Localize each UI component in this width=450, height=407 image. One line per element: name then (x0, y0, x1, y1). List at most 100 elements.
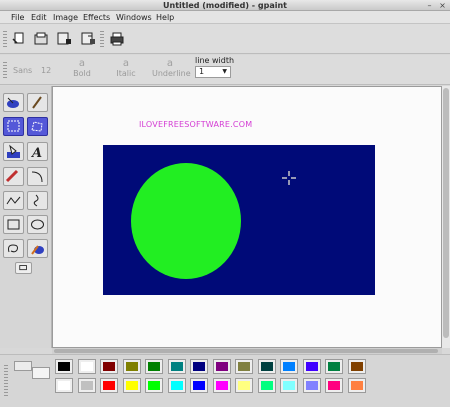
swatch-color (103, 381, 115, 390)
swatch-color (283, 381, 295, 390)
color-swatch[interactable] (55, 378, 73, 393)
underline-button[interactable]: a Underline (152, 59, 191, 79)
color-swatch[interactable] (145, 378, 163, 393)
swatch-color (238, 362, 250, 371)
swatch-color (215, 381, 228, 390)
menu-help[interactable]: Help (156, 11, 174, 24)
menu-edit[interactable]: Edit (31, 11, 47, 24)
color-swatch[interactable] (55, 359, 73, 374)
vertical-scroll-thumb[interactable] (443, 88, 449, 338)
save-as-icon[interactable] (79, 30, 97, 48)
text-tool[interactable]: A (27, 142, 48, 161)
new-icon[interactable] (10, 30, 28, 48)
swatch-color (283, 362, 295, 371)
swatch-color (80, 381, 93, 390)
color-swatch[interactable] (100, 359, 118, 374)
window-title: Untitled (modified) - gpaint (163, 1, 287, 10)
vertical-scrollbar[interactable] (442, 86, 450, 348)
lasso-shape-tool[interactable] (3, 239, 24, 258)
fill-bucket-tool[interactable] (3, 142, 24, 161)
color-swatch[interactable] (100, 378, 118, 393)
line-width-select[interactable]: 1 ▼ (195, 66, 231, 78)
color-swatch[interactable] (302, 359, 321, 374)
italic-button[interactable]: a Italic (113, 58, 139, 79)
color-swatch[interactable] (280, 359, 298, 374)
toolbar-grip[interactable] (3, 31, 7, 47)
swatch-color (350, 362, 363, 371)
swatch-color (80, 362, 93, 371)
ellipse-tool[interactable] (27, 215, 48, 234)
polyline-tool[interactable] (3, 191, 24, 210)
eraser-tool[interactable] (3, 167, 24, 186)
rect-select-tool[interactable] (3, 117, 24, 136)
color-swatch[interactable] (235, 378, 253, 393)
file-toolbar (0, 24, 450, 54)
color-swatch[interactable] (325, 359, 343, 374)
color-swatch[interactable] (280, 378, 298, 393)
line-width-label: line width (195, 56, 235, 65)
pen-tool[interactable] (27, 93, 48, 112)
arc-tool[interactable] (27, 167, 48, 186)
swatch-color (305, 362, 318, 371)
color-palette (0, 354, 450, 407)
rectangle-tool[interactable] (3, 215, 24, 234)
color-swatch[interactable] (77, 359, 96, 374)
color-swatch[interactable] (212, 359, 231, 374)
color-swatch[interactable] (190, 359, 208, 374)
swatch-color (170, 362, 183, 371)
color-swatch[interactable] (167, 359, 186, 374)
color-swatch[interactable] (167, 378, 186, 393)
save-icon[interactable] (55, 30, 73, 48)
palette-grip[interactable] (4, 365, 8, 397)
font-name[interactable]: Sans (13, 66, 32, 75)
bold-button[interactable]: a Bold (70, 59, 94, 79)
swatch-color (148, 362, 160, 371)
color-swatch[interactable] (145, 359, 163, 374)
swatch-color (260, 362, 273, 371)
swatch-color (103, 362, 115, 371)
freehand-select-tool[interactable] (27, 117, 48, 136)
menu-file[interactable]: File (11, 11, 24, 24)
underline-label: Underline (152, 69, 191, 78)
fill-mode-toggle[interactable] (15, 262, 32, 274)
crosshair-cursor-icon (282, 171, 296, 185)
color-swatch[interactable] (235, 359, 253, 374)
color-swatch[interactable] (302, 378, 321, 393)
color-swatch[interactable] (190, 378, 208, 393)
watermark-text: ILOVEFREESOFTWARE.COM (139, 120, 253, 129)
font-size[interactable]: 12 (41, 66, 51, 75)
background-color-box[interactable] (32, 367, 50, 379)
color-swatch[interactable] (257, 359, 276, 374)
svg-text:A: A (30, 146, 42, 160)
color-swatch[interactable] (347, 359, 366, 374)
italic-label: Italic (116, 69, 136, 78)
open-icon[interactable] (32, 30, 50, 48)
color-swatch[interactable] (325, 378, 343, 393)
swatch-color (125, 381, 138, 390)
color-swatch[interactable] (347, 378, 366, 393)
foreground-color-box[interactable] (14, 361, 32, 371)
paint-brush-tool[interactable] (27, 239, 48, 258)
print-icon[interactable] (108, 30, 126, 48)
chevron-down-icon: ▼ (222, 68, 227, 75)
menu-windows[interactable]: Windows (116, 11, 152, 24)
menu-effects[interactable]: Effects (83, 11, 110, 24)
freehand-line-tool[interactable] (27, 191, 48, 210)
color-swatch[interactable] (122, 378, 141, 393)
menu-image[interactable]: Image (53, 11, 78, 24)
swatch-color (350, 381, 363, 390)
bold-label: Bold (73, 69, 91, 78)
color-swatch[interactable] (122, 359, 141, 374)
color-swatch[interactable] (212, 378, 231, 393)
color-swatch[interactable] (257, 378, 276, 393)
color-swatch[interactable] (77, 378, 96, 393)
italic-icon: a (122, 58, 130, 69)
lasso-select-tool[interactable] (3, 93, 24, 112)
swatch-color (238, 381, 250, 390)
toolbar-grip[interactable] (3, 62, 7, 78)
minimize-icon[interactable]: – (425, 1, 434, 10)
horizontal-scroll-thumb[interactable] (54, 349, 438, 353)
close-icon[interactable]: × (438, 1, 447, 10)
menu-bar: File Edit Image Effects Windows Help (0, 11, 450, 24)
title-bar: Untitled (modified) - gpaint – × (0, 0, 450, 11)
